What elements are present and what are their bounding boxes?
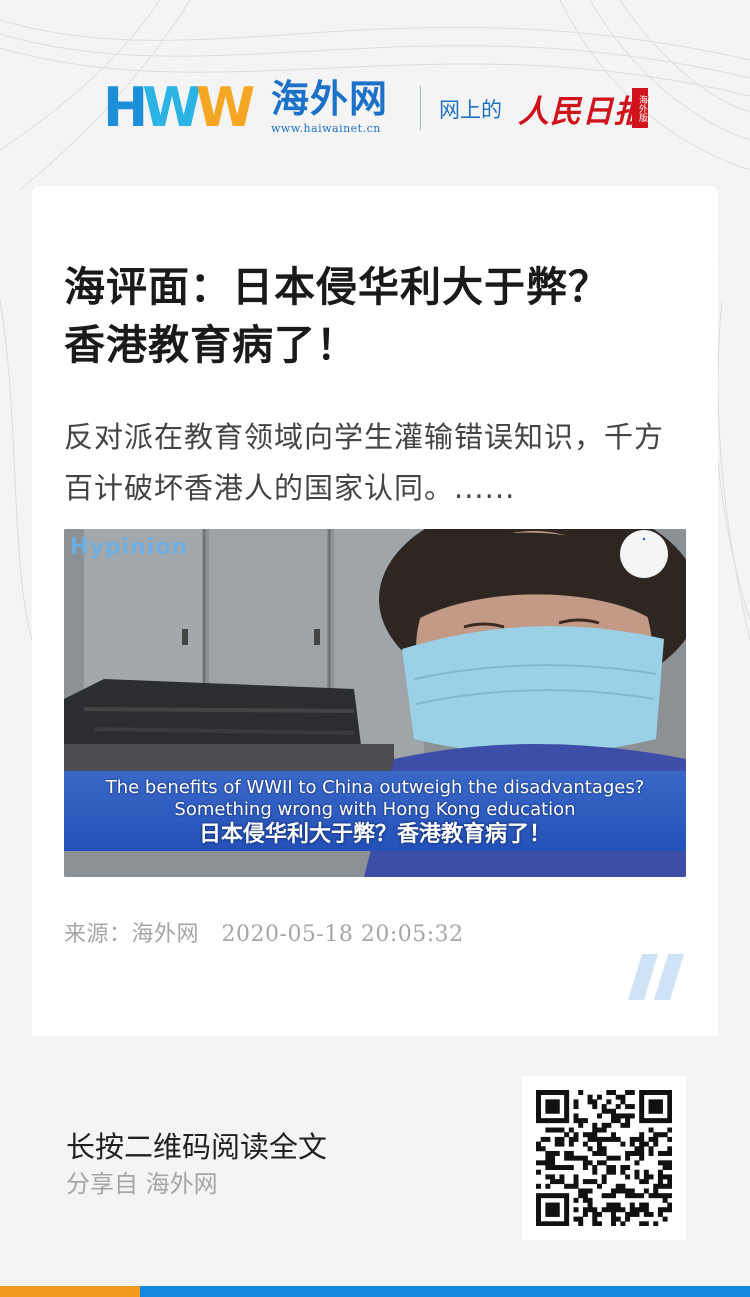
- source-label: 来源：: [64, 922, 132, 947]
- qr-code[interactable]: [522, 1076, 686, 1240]
- qr-code-icon: [536, 1090, 672, 1226]
- caption-english-line1: The benefits of WWII to China outweigh t…: [105, 777, 645, 798]
- header-divider: [420, 86, 421, 130]
- share-footer: 长按二维码阅读全文 分享自 海外网: [0, 1036, 750, 1286]
- header-tagline: 网上的: [439, 98, 502, 122]
- article-summary: 反对派在教育领域向学生灌输错误知识，千方百计破坏香港人的国家认同。......: [64, 420, 665, 505]
- caption-english-line2: Something wrong with Hong Kong education: [174, 799, 576, 820]
- site-name: 海外网: [271, 76, 389, 121]
- site-name-block: 海外网 www.haiwainet.cn: [271, 78, 411, 136]
- bottom-color-bar: [0, 1286, 750, 1297]
- article-card[interactable]: 海评面：日本侵华利大于弊？香港教育病了！ 反对派在教育领域向学生灌输错误知识，千…: [32, 186, 718, 1036]
- corner-circle-icon: [620, 530, 668, 578]
- source-name: 海外网: [131, 922, 200, 947]
- people-daily-logo: 人民日报: [518, 94, 646, 130]
- site-url: www.haiwainet.cn: [271, 122, 381, 135]
- article-source: 来源：海外网 2020-05-18 20:05:32: [64, 916, 464, 948]
- bottom-bar-orange: [0, 1286, 140, 1297]
- article-title: 海评面：日本侵华利大于弊？香港教育病了！: [64, 263, 610, 369]
- logo-letter-h: H: [103, 76, 148, 139]
- caption-chinese: 日本侵华利大于弊？香港教育病了！: [198, 822, 551, 847]
- hypinion-watermark: Hypinion: [70, 535, 189, 560]
- shared-from-label: 分享自 海外网: [66, 1170, 218, 1198]
- site-header: HWW 海外网 www.haiwainet.cn 网上的 人民日报 海外版: [0, 76, 750, 140]
- read-full-text-prompt: 长按二维码阅读全文: [66, 1130, 328, 1164]
- publish-timestamp: 2020-05-18 20:05:32: [221, 922, 464, 947]
- article-image[interactable]: Hypinion The benefits of WWII to China o…: [64, 529, 686, 877]
- hww-logo: HWW: [103, 80, 255, 136]
- logo-letter-w2: W: [195, 76, 256, 139]
- logo-letter-w1: W: [142, 76, 202, 139]
- overseas-edition-badge: 海外版: [632, 88, 648, 128]
- bottom-bar-blue: [140, 1286, 750, 1297]
- slash-decoration-icon: [628, 954, 684, 1000]
